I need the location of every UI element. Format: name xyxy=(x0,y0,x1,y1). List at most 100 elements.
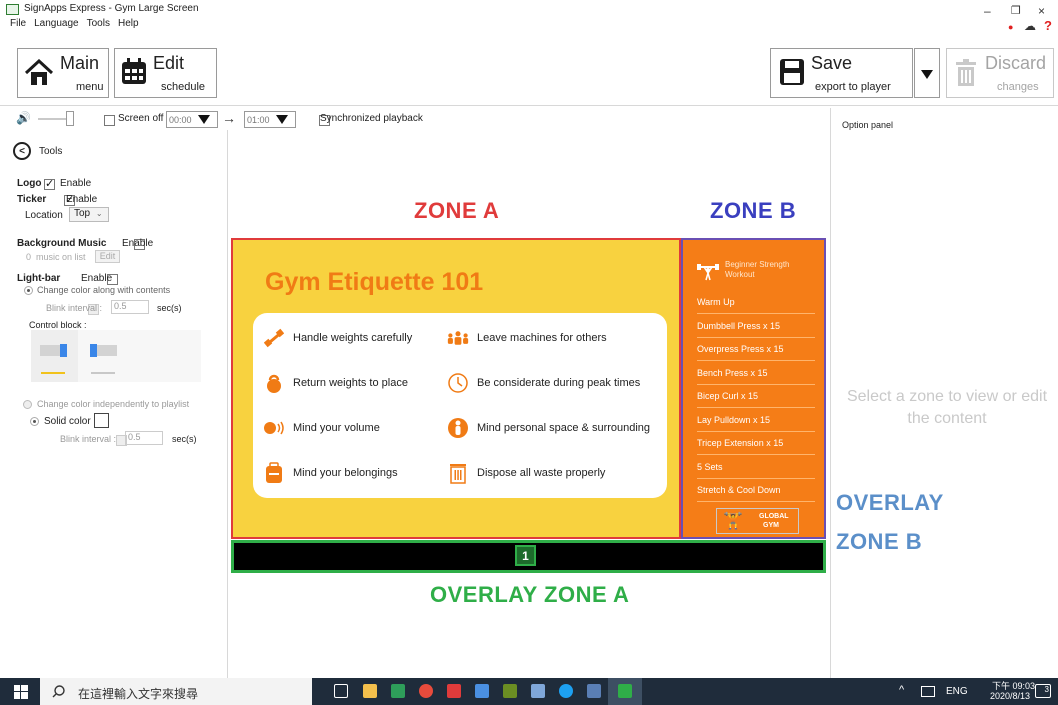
workout-item: Tricep Extension x 15 xyxy=(697,432,815,455)
zone-a-title: Gym Etiquette 101 xyxy=(265,268,484,296)
home-icon xyxy=(24,59,54,85)
gym-logo-line2: GYM xyxy=(763,522,779,529)
etiquette-text: Handle weights carefully xyxy=(293,332,413,344)
chevron-down-icon xyxy=(275,115,288,124)
zone-b-label: ZONE B xyxy=(710,198,797,223)
etiquette-item: Return weights to place xyxy=(263,372,408,394)
signapps-taskbar-item[interactable] xyxy=(608,678,642,705)
volume-icon xyxy=(263,417,285,439)
etiquette-text: Mind your volume xyxy=(293,422,380,434)
main-menu-button[interactable]: Main menu xyxy=(17,48,109,98)
arrow-right-icon: → xyxy=(222,110,236,126)
workout-item: Bench Press x 15 xyxy=(697,362,815,385)
save-options-dropdown[interactable] xyxy=(914,48,940,98)
change-indep-radio[interactable] xyxy=(23,400,32,409)
etiquette-item: Leave machines for others xyxy=(447,327,607,349)
discard-title: Discard xyxy=(985,53,1047,73)
menu-language[interactable]: Language xyxy=(34,18,79,29)
input-method-icon[interactable] xyxy=(921,686,935,697)
title-bar: SignApps Express - Gym Large Screen File… xyxy=(0,0,1058,33)
taskbar-search-box[interactable]: 在這裡輸入文字來搜尋 xyxy=(40,678,312,705)
blink-secs-label: sec(s) xyxy=(157,303,182,313)
blink-interval-2-input[interactable]: 0.5 xyxy=(125,431,163,445)
time-from-select[interactable]: 00:00 xyxy=(166,111,218,128)
graph-app-icon[interactable] xyxy=(531,684,545,698)
control-block-option-1[interactable] xyxy=(31,330,78,382)
zone-b[interactable]: Beginner Strength Workout 🏋 GLOBAL GYM W… xyxy=(681,238,826,539)
help-icon[interactable]: ? xyxy=(1044,18,1052,33)
time-to-select[interactable]: 01:00 xyxy=(244,111,296,128)
notification-center-icon[interactable]: 3 xyxy=(1035,684,1051,698)
workout-item: Stretch & Cool Down xyxy=(697,479,815,502)
zone-a[interactable]: Gym Etiquette 101 Handle weights careful… xyxy=(231,238,681,539)
location-value: Top xyxy=(74,208,91,219)
overlay-zone-a[interactable]: 1 xyxy=(231,540,826,573)
tools-header: Tools xyxy=(39,146,63,157)
spreadsheet-app-icon[interactable] xyxy=(391,684,405,698)
menu-help[interactable]: Help xyxy=(118,18,139,29)
logo-enable-label: Enable xyxy=(60,178,92,189)
minimize-button[interactable]: – xyxy=(984,4,991,18)
solid-color-radio[interactable] xyxy=(30,417,39,426)
music-edit-button[interactable]: Edit xyxy=(95,250,120,263)
location-select[interactable]: Top ⌄ xyxy=(69,207,109,222)
sync-playback-label: Synchronized playback xyxy=(320,113,423,124)
main-title: Main xyxy=(60,53,100,73)
file-explorer-icon[interactable] xyxy=(363,684,377,698)
save-button[interactable]: Save export to player xyxy=(770,48,913,98)
ticker-enable-label: Enable xyxy=(66,194,98,205)
media-app-icon[interactable] xyxy=(447,684,461,698)
discard-subtitle: changes xyxy=(997,81,1039,93)
solid-color-swatch[interactable] xyxy=(94,413,109,428)
blink-interval-input[interactable]: 0.5 xyxy=(111,300,149,314)
close-button[interactable]: × xyxy=(1038,4,1045,18)
skype-icon[interactable] xyxy=(559,684,573,698)
paint-app-icon[interactable] xyxy=(503,684,517,698)
edit-schedule-button[interactable]: Edit schedule xyxy=(114,48,217,98)
chrome-icon[interactable] xyxy=(419,684,433,698)
etiquette-card: Handle weights carefully Leave machines … xyxy=(253,313,667,498)
windows-start-icon[interactable] xyxy=(14,685,28,699)
blink-secs-2-label: sec(s) xyxy=(172,434,197,444)
cloud-icon[interactable]: ☁ xyxy=(1024,19,1036,33)
blink-interval-2-label: Blink interval : xyxy=(60,434,117,444)
chevron-up-icon[interactable]: ^ xyxy=(899,684,904,696)
kettlebell-icon xyxy=(263,372,285,394)
etiquette-item: Dispose all waste properly xyxy=(447,462,605,484)
pen-app-icon[interactable] xyxy=(475,684,489,698)
edit-title: Edit xyxy=(153,53,185,73)
menu-tools[interactable]: Tools xyxy=(87,18,110,29)
collapse-tools-icon[interactable]: < xyxy=(13,142,31,160)
notification-count: 3 xyxy=(1044,685,1049,694)
option-panel-title: Option panel xyxy=(842,120,894,130)
personal-space-icon xyxy=(447,417,469,439)
option-panel-hint: Select a zone to view or edit the conten… xyxy=(846,388,1048,427)
workout-item: 5 Sets xyxy=(697,456,815,479)
speaker-icon[interactable]: 🔊 xyxy=(16,111,31,125)
overlay-a-badge[interactable]: 1 xyxy=(515,545,536,566)
discard-changes-button[interactable]: Discard changes xyxy=(946,48,1054,98)
main-subtitle: menu xyxy=(76,81,104,93)
volume-slider-thumb[interactable] xyxy=(66,111,74,126)
language-indicator[interactable]: ENG xyxy=(946,686,968,697)
control-block-option-2[interactable] xyxy=(81,330,128,382)
bg-music-label: Background Music xyxy=(17,238,107,249)
overlay-zone-a-label: OVERLAY ZONE A xyxy=(430,582,630,607)
menu-file[interactable]: File xyxy=(10,18,26,29)
workout-header-1: Beginner Strength xyxy=(725,260,790,269)
save-subtitle: export to player xyxy=(815,81,891,93)
etiquette-text: Be considerate during peak times xyxy=(477,377,641,389)
clock-date[interactable]: 2020/8/13 xyxy=(990,691,1030,701)
screen-off-checkbox[interactable] xyxy=(104,114,115,126)
logo-enable-checkbox[interactable] xyxy=(44,177,55,190)
notes-app-icon[interactable] xyxy=(587,684,601,698)
option-panel: Option panel Select a zone to view or ed… xyxy=(830,108,1058,678)
time-from-value: 00:00 xyxy=(169,114,192,125)
weightlifter-icon xyxy=(697,264,719,281)
change-along-radio[interactable] xyxy=(24,286,33,295)
workout-item: Lay Pulldown x 15 xyxy=(697,409,815,432)
floppy-disk-icon xyxy=(780,59,804,85)
task-view-icon[interactable] xyxy=(334,684,348,698)
restore-button[interactable]: ❐ xyxy=(1011,4,1021,17)
playback-bar: 🔊 Screen off 00:00 → 01:00 Synchronized … xyxy=(0,108,830,130)
